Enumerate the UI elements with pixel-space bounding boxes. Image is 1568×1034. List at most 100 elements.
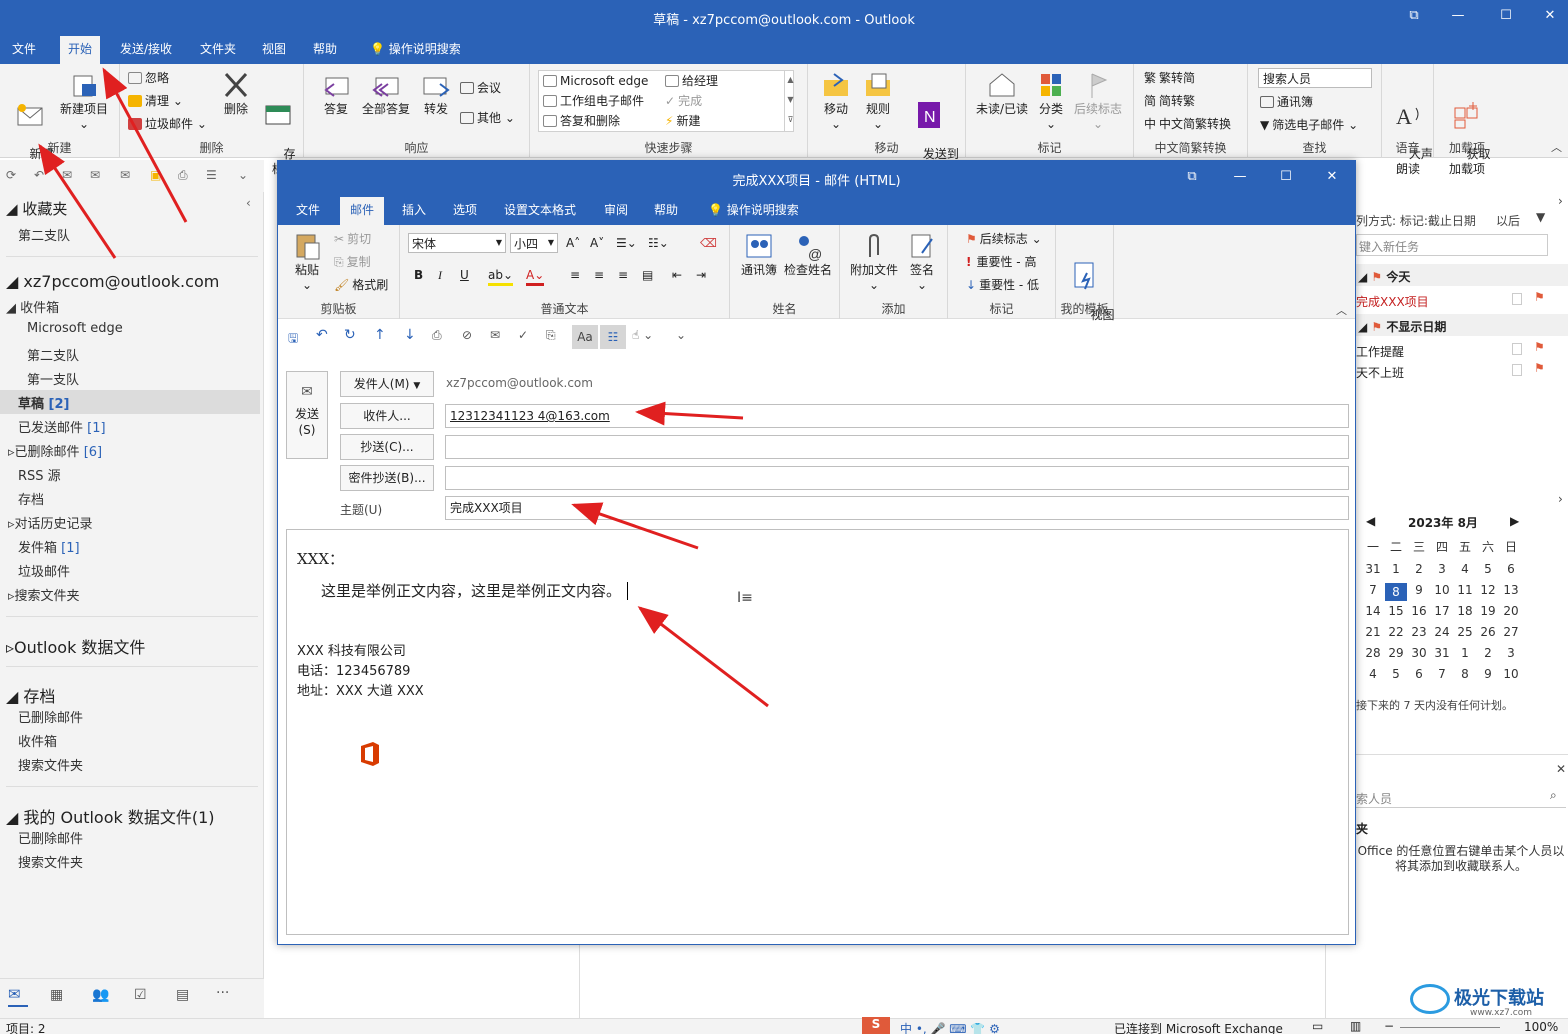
message-body[interactable]: XXX： 这里是举例正文内容，这里是举例正文内容。 I≡ XXX 科技有限公司 …: [286, 529, 1349, 935]
task-checkbox[interactable]: [1512, 364, 1522, 376]
nav-inbox[interactable]: ◢ 收件箱: [6, 297, 59, 316]
align-right-icon[interactable]: ≡: [618, 267, 628, 283]
cut-button[interactable]: ✂ 剪切: [334, 231, 371, 247]
calendar-day[interactable]: 21: [1362, 625, 1384, 639]
data-file-header[interactable]: ▹Outlook 数据文件: [6, 634, 145, 658]
tab-options[interactable]: 选项: [443, 197, 487, 225]
maximize-icon[interactable]: ☐: [1276, 167, 1296, 187]
bold-icon[interactable]: B: [414, 267, 423, 283]
calendar-day[interactable]: 4: [1362, 667, 1384, 681]
calendar-day[interactable]: 20: [1500, 604, 1522, 618]
calendar-day[interactable]: 3: [1431, 562, 1453, 576]
task-checkbox[interactable]: [1512, 293, 1522, 305]
calendar-day[interactable]: 2: [1477, 646, 1499, 660]
favorites-header[interactable]: ◢ 收藏夹: [6, 198, 67, 219]
flag-icon[interactable]: ⚑: [1534, 290, 1545, 304]
minimize-icon[interactable]: —: [1230, 167, 1250, 187]
read-aloud-button[interactable]: A 大声 朗读: [1386, 70, 1433, 192]
nav-sent[interactable]: 已发送邮件 [1]: [18, 417, 106, 436]
print-preview-icon[interactable]: ⎙: [432, 328, 442, 343]
close-icon[interactable]: ›: [1558, 492, 1563, 506]
print-icon[interactable]: ⎙: [178, 168, 188, 183]
calendar-day[interactable]: 5: [1385, 667, 1407, 681]
calendar-day[interactable]: 12: [1477, 583, 1499, 597]
calendar-day[interactable]: 1: [1385, 562, 1407, 576]
calendar-day[interactable]: 7: [1362, 583, 1384, 597]
calendar-day[interactable]: 29: [1385, 646, 1407, 660]
calendar-day[interactable]: 8: [1454, 667, 1476, 681]
highlight-icon[interactable]: ab⌄: [488, 267, 514, 286]
tab-send-receive[interactable]: 发送/接收: [112, 36, 180, 64]
nav-drafts[interactable]: 草稿 [2]: [18, 393, 69, 412]
close-icon[interactable]: ›: [1558, 194, 1563, 208]
normal-view-icon[interactable]: ▭: [1312, 1019, 1323, 1033]
account-header[interactable]: ◢ xz7pccom@outlook.com: [6, 272, 219, 291]
underline-icon[interactable]: U: [460, 267, 469, 283]
touch-mode-icon[interactable]: ☝ ⌄: [632, 328, 653, 342]
more-modules-icon[interactable]: ···: [216, 985, 229, 1001]
shrink-font-icon[interactable]: A˅: [590, 235, 604, 251]
get-addins-button[interactable]: 获取 加载项: [1440, 70, 1494, 192]
task-item[interactable]: 完成XXX项目: [1356, 293, 1429, 310]
customize-icon[interactable]: ⌄: [676, 328, 686, 342]
close-icon[interactable]: ✕: [1556, 762, 1566, 776]
task-checkbox[interactable]: [1512, 343, 1522, 355]
address-book-button[interactable]: 通讯簿: [1260, 94, 1313, 110]
calendar-day[interactable]: 16: [1408, 604, 1430, 618]
mail-icon[interactable]: ✉: [490, 328, 500, 342]
calendar-day[interactable]: 7: [1431, 667, 1453, 681]
followup-button[interactable]: ⚑ 后续标志 ⌄: [966, 231, 1042, 247]
tab-review[interactable]: 审阅: [594, 197, 638, 225]
calendar-prev-icon[interactable]: ◀: [1366, 514, 1375, 528]
read-unread-button[interactable]: 未读/已读: [972, 70, 1032, 117]
collapse-ribbon-icon[interactable]: ︿: [1551, 139, 1562, 155]
calendar-day[interactable]: 30: [1408, 646, 1430, 660]
high-importance-button[interactable]: ! 重要性 - 高: [966, 254, 1036, 270]
cc-field[interactable]: [445, 435, 1349, 459]
calendar-day[interactable]: 26: [1477, 625, 1499, 639]
delete-button[interactable]: 删除: [216, 70, 256, 117]
quickstep-item[interactable]: Microsoft edge: [543, 73, 648, 89]
justify-icon[interactable]: ▤: [642, 267, 653, 283]
calendar-day[interactable]: 6: [1500, 562, 1522, 576]
gallery-scroll[interactable]: ▲ ▼ ⊽: [784, 70, 796, 132]
clear-formatting-icon[interactable]: ⌫: [700, 235, 717, 251]
nav-item[interactable]: 垃圾邮件: [18, 561, 70, 580]
copy-icon[interactable]: ⎘: [546, 328, 556, 343]
nav-search-folders[interactable]: ▹搜索文件夹: [8, 585, 80, 604]
collapse-ribbon-icon[interactable]: ︿: [1336, 302, 1347, 318]
calendar-day[interactable]: 18: [1454, 604, 1476, 618]
search-people-input[interactable]: 搜索人员: [1258, 68, 1372, 88]
send-button[interactable]: ✉ 发送 (S): [286, 371, 328, 459]
calendar-day[interactable]: 5: [1477, 562, 1499, 576]
check-names-button[interactable]: @ 检查姓名: [782, 231, 834, 278]
align-center-icon[interactable]: ≡: [594, 267, 604, 283]
close-icon[interactable]: ✕: [1540, 6, 1560, 26]
calendar-day[interactable]: 6: [1408, 667, 1430, 681]
from-button[interactable]: 发件人(M) ▼: [340, 371, 434, 397]
calendar-day[interactable]: 25: [1454, 625, 1476, 639]
task-item[interactable]: 工作提醒: [1356, 343, 1404, 360]
tab-file[interactable]: 文件: [286, 197, 330, 225]
decrease-indent-icon[interactable]: ⇤: [672, 267, 682, 283]
calendar-day[interactable]: 22: [1385, 625, 1407, 639]
cleanup-button[interactable]: 清理 ⌄: [128, 93, 183, 109]
tell-me-search[interactable]: 💡 操作说明搜索: [698, 197, 809, 225]
trad-to-simp-button[interactable]: 繁繁转简: [1144, 70, 1195, 86]
paste-button[interactable]: 粘贴 ⌄: [286, 231, 328, 293]
font-size-select[interactable]: 小四 ▼: [510, 233, 558, 253]
calendar-day[interactable]: 27: [1500, 625, 1522, 639]
mail-icon[interactable]: ✉: [8, 985, 28, 1007]
copy-button[interactable]: ⎘ 复制: [334, 254, 371, 270]
align-left-icon[interactable]: ≡: [570, 267, 580, 283]
meeting-button[interactable]: 会议: [460, 80, 501, 96]
calendar-day[interactable]: 19: [1477, 604, 1499, 618]
to-button[interactable]: 收件人...: [340, 403, 434, 429]
nav-item[interactable]: 第二支队: [27, 345, 79, 364]
bullets-icon[interactable]: ☰⌄: [616, 235, 637, 251]
maximize-icon[interactable]: ☐: [1496, 6, 1516, 26]
ignore-button[interactable]: 忽略: [128, 70, 169, 86]
quickstep-item[interactable]: ✓ 完成: [665, 93, 702, 109]
font-name-select[interactable]: 宋体 ▼: [408, 233, 506, 253]
tab-folder[interactable]: 文件夹: [192, 36, 244, 64]
